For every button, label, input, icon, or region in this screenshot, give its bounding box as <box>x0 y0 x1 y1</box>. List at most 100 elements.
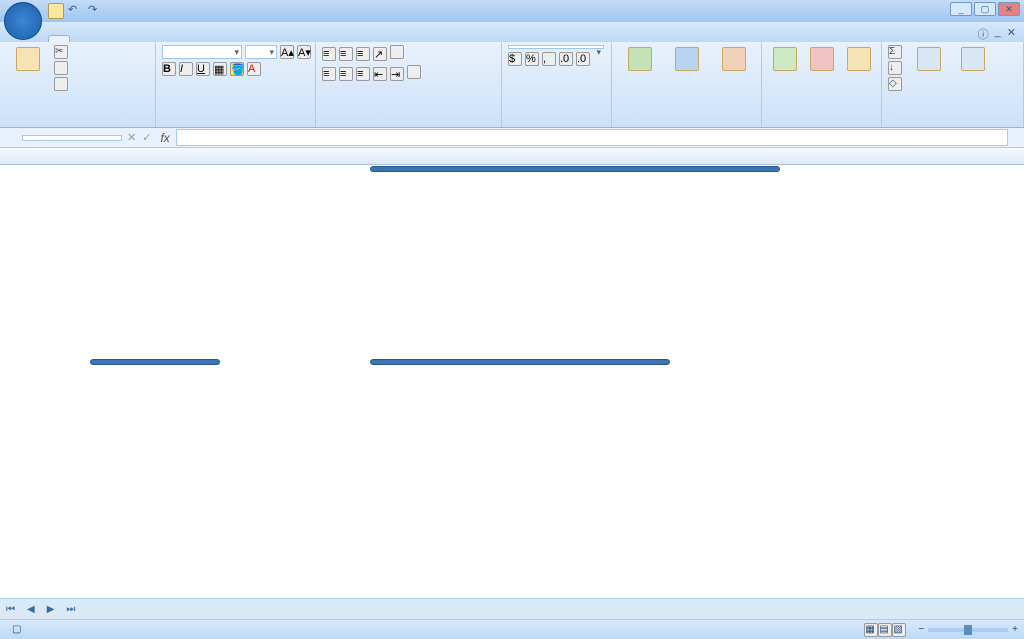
minimize-button[interactable]: _ <box>950 2 972 16</box>
sheet-nav-prev[interactable]: ◀ <box>21 604 41 615</box>
cell-styles-icon <box>722 47 746 71</box>
column-headers[interactable] <box>0 148 1024 165</box>
wrap-text-button[interactable] <box>390 45 404 62</box>
underline-icon[interactable]: U <box>196 62 210 76</box>
autosum-button[interactable]: Σ <box>888 45 905 59</box>
paste-icon <box>16 47 40 71</box>
orientation-icon[interactable]: ↗ <box>373 47 387 61</box>
zoom-in-button[interactable]: + <box>1012 624 1018 635</box>
bold-icon[interactable]: B <box>162 62 176 76</box>
maximize-button[interactable]: ▢ <box>974 2 996 16</box>
ribbon-help-icon[interactable]: ⓘ <box>978 26 989 42</box>
sheet-nav-last[interactable]: ⏭ <box>60 604 81 615</box>
grow-font-icon[interactable]: A▴ <box>280 45 294 59</box>
group-cells-label <box>768 124 875 125</box>
find-select-button[interactable] <box>953 45 993 75</box>
name-box[interactable] <box>22 135 122 141</box>
font-size-select[interactable] <box>245 45 277 59</box>
align-bot-icon[interactable]: ≡ <box>356 47 370 61</box>
font-name-select[interactable] <box>162 45 242 59</box>
group-styles-label <box>618 124 755 125</box>
sheet-nav-first[interactable]: ⏮ <box>0 604 21 615</box>
eraser-icon: ◇ <box>888 77 902 91</box>
macro-record-icon[interactable]: ▢ <box>12 624 21 635</box>
office-button[interactable] <box>4 2 42 40</box>
wrap-icon <box>390 45 404 59</box>
clear-button[interactable]: ◇ <box>888 77 905 91</box>
align-right-icon[interactable]: ≡ <box>356 67 370 81</box>
indent-inc-icon[interactable]: ⇥ <box>390 67 404 81</box>
group-editing-label <box>888 124 1017 125</box>
comma-icon[interactable]: , <box>542 52 556 66</box>
close-button[interactable]: ✕ <box>998 2 1020 16</box>
format-painter-button[interactable] <box>54 77 71 91</box>
format-as-table-button[interactable] <box>665 45 708 75</box>
view-pagebreak-icon[interactable]: ▧ <box>892 623 906 637</box>
italic-icon[interactable]: I <box>179 62 193 76</box>
tab-home[interactable] <box>48 35 70 42</box>
quick-access-toolbar: ↶ ↷ <box>48 3 104 19</box>
fill-color-icon[interactable]: 🪣 <box>230 62 244 76</box>
align-center-icon[interactable]: ≡ <box>339 67 353 81</box>
align-mid-icon[interactable]: ≡ <box>339 47 353 61</box>
redo-icon[interactable]: ↷ <box>88 3 104 19</box>
indent-dec-icon[interactable]: ⇤ <box>373 67 387 81</box>
cancel-formula-icon[interactable]: ✕ <box>124 131 139 144</box>
worksheet-grid[interactable] <box>0 148 1024 598</box>
formula-bar: ✕ ✓ fx <box>0 128 1024 148</box>
cut-icon: ✂ <box>54 45 68 59</box>
cut-button[interactable]: ✂ <box>54 45 71 59</box>
border-icon[interactable]: ▦ <box>213 62 227 76</box>
dec-decimal-icon[interactable]: .0 <box>576 52 590 66</box>
paste-button[interactable] <box>6 45 50 75</box>
ribbon: ✂ A▴ A▾ B I U ▦ 🪣 A <box>0 42 1024 128</box>
cell-styles-button[interactable] <box>712 45 755 75</box>
sigma-icon: Σ <box>888 45 902 59</box>
copy-icon <box>54 61 68 75</box>
sort-filter-button[interactable] <box>909 45 949 75</box>
view-normal-icon[interactable]: ▦ <box>864 623 878 637</box>
zoom-slider[interactable] <box>928 628 1008 632</box>
sort-icon <box>917 47 941 71</box>
callout-orders <box>370 166 780 172</box>
save-icon[interactable] <box>48 3 64 19</box>
currency-icon[interactable]: $ <box>508 52 522 66</box>
zoom-out-button[interactable]: − <box>918 624 924 635</box>
view-layout-icon[interactable]: ▤ <box>878 623 892 637</box>
align-left-icon[interactable]: ≡ <box>322 67 336 81</box>
insert-cell-icon <box>773 47 797 71</box>
delete-cell-icon <box>810 47 834 71</box>
delete-cells-button[interactable] <box>805 45 838 75</box>
find-icon <box>961 47 985 71</box>
ribbon-close-icon[interactable]: ✕ <box>1007 26 1016 42</box>
fill-icon: ↓ <box>888 61 902 75</box>
title-bar: ↶ ↷ _ ▢ ✕ <box>0 0 1024 22</box>
format-cells-button[interactable] <box>842 45 875 75</box>
undo-icon[interactable]: ↶ <box>68 3 84 19</box>
fill-button[interactable]: ↓ <box>888 61 905 75</box>
insert-cells-button[interactable] <box>768 45 801 75</box>
table-fmt-icon <box>675 47 699 71</box>
sheet-nav-next[interactable]: ▶ <box>41 604 61 615</box>
group-alignment-label <box>322 124 495 125</box>
number-format-select[interactable] <box>508 45 604 49</box>
back-orders-button[interactable] <box>90 359 220 365</box>
format-cell-icon <box>847 47 871 71</box>
inc-decimal-icon[interactable]: .0 <box>559 52 573 66</box>
merge-center-button[interactable] <box>407 65 421 82</box>
enter-formula-icon[interactable]: ✓ <box>139 131 154 144</box>
ribbon-minimize-icon[interactable]: _ <box>995 26 1001 42</box>
conditional-formatting-button[interactable] <box>618 45 661 75</box>
shrink-font-icon[interactable]: A▾ <box>297 45 311 59</box>
cond-fmt-icon <box>628 47 652 71</box>
formula-input[interactable] <box>176 129 1008 146</box>
group-number-label <box>508 124 605 125</box>
brush-icon <box>54 77 68 91</box>
percent-icon[interactable]: % <box>525 52 539 66</box>
copy-button[interactable] <box>54 61 71 75</box>
callout-sales <box>370 359 670 365</box>
font-color-icon[interactable]: A <box>247 62 261 76</box>
align-top-icon[interactable]: ≡ <box>322 47 336 61</box>
fx-icon[interactable]: fx <box>154 131 175 145</box>
group-font-label <box>162 124 309 125</box>
